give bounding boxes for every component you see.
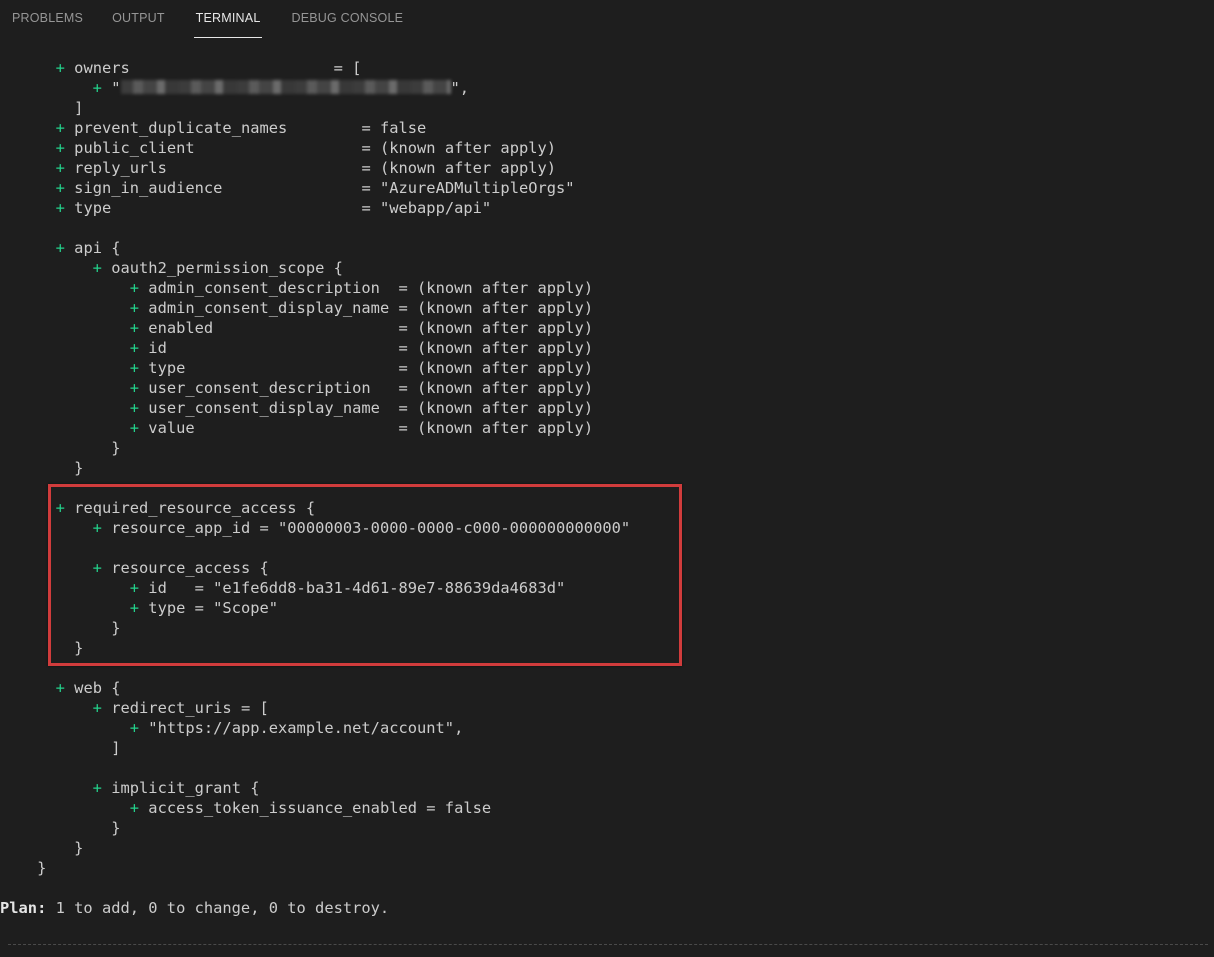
tab-output[interactable]: OUTPUT — [112, 0, 165, 37]
terminal-line: + sign_in_audience = "AzureADMultipleOrg… — [55, 179, 575, 197]
terminal-line: + user_consent_display_name = (known aft… — [129, 399, 594, 417]
terminal-line: + type = (known after apply) — [129, 359, 594, 377]
terminal-line: + access_token_issuance_enabled = false — [129, 799, 492, 817]
terminal-line: + " ", — [92, 79, 470, 97]
redacted-value — [120, 80, 451, 94]
terminal-line: + implicit_grant { — [92, 779, 260, 797]
terminal-line: + prevent_duplicate_names = false — [55, 119, 427, 137]
terminal-line: + value = (known after apply) — [129, 419, 594, 437]
terminal-line: + type = "webapp/api" — [55, 199, 492, 217]
tab-debug-console[interactable]: DEBUG CONSOLE — [291, 0, 403, 37]
highlight-box — [48, 484, 682, 666]
terminal-line: + public_client = (known after apply) — [55, 139, 557, 157]
terminal-line: } — [111, 439, 121, 457]
terminal-line: ] — [111, 739, 121, 757]
terminal-line: } — [37, 859, 47, 877]
terminal-line: } — [74, 459, 84, 477]
tab-problems[interactable]: PROBLEMS — [12, 0, 83, 37]
terminal-line: + admin_consent_display_name = (known af… — [129, 299, 594, 317]
terminal-line: + redirect_uris = [ — [92, 699, 269, 717]
terminal-line: + enabled = (known after apply) — [129, 319, 594, 337]
terminal-line: + admin_consent_description = (known aft… — [129, 279, 594, 297]
terminal-line: + user_consent_description = (known afte… — [129, 379, 594, 397]
terminal-line: + id = (known after apply) — [129, 339, 594, 357]
divider — [8, 944, 1208, 946]
terminal-line: + api { — [55, 239, 121, 257]
plan-label: Plan: — [0, 899, 47, 917]
terminal-line: + reply_urls = (known after apply) — [55, 159, 557, 177]
terminal-line: ] — [74, 99, 84, 117]
plan-summary: Plan: 1 to add, 0 to change, 0 to destro… — [0, 899, 390, 917]
tab-terminal[interactable]: TERMINAL — [193, 0, 263, 38]
terminal-line: + web { — [55, 679, 121, 697]
terminal-line: + owners = [ — [55, 59, 362, 77]
terminal-line: } — [111, 819, 121, 837]
terminal-line: + oauth2_permission_scope { — [92, 259, 343, 277]
panel-tab-bar: PROBLEMS OUTPUT TERMINAL DEBUG CONSOLE — [0, 0, 1214, 38]
terminal-line: } — [74, 839, 84, 857]
terminal-line: + "https://app.example.net/account", — [129, 719, 464, 737]
